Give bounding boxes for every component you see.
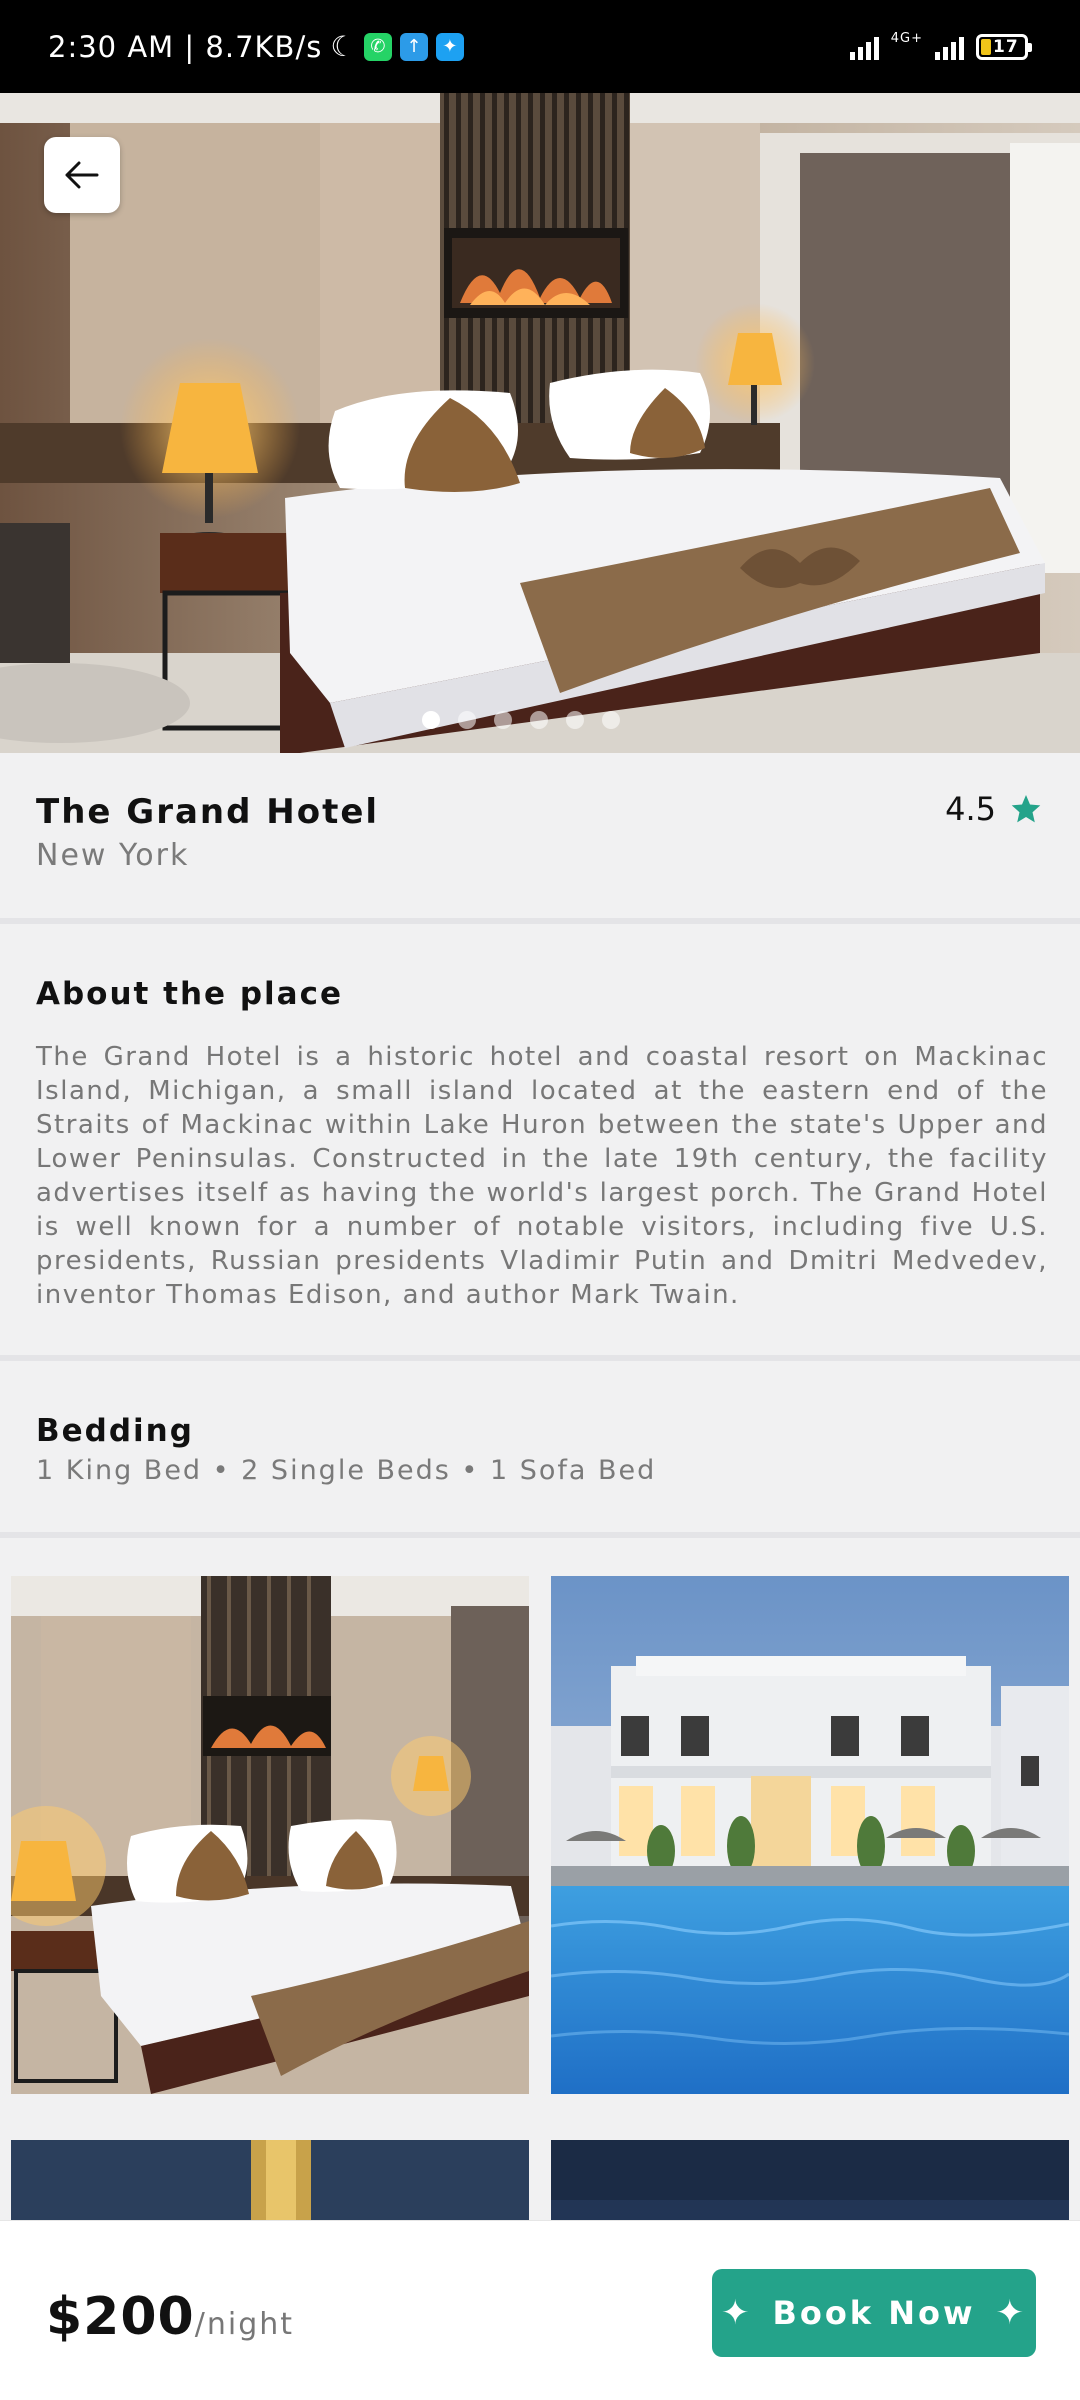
arrow-left-icon bbox=[65, 161, 99, 189]
carousel-dot[interactable] bbox=[458, 711, 476, 729]
hotel-location: New York bbox=[36, 838, 190, 873]
booking-bar: $200 /night ✦ Book Now ✦ bbox=[0, 2220, 1080, 2400]
signal-icon-2 bbox=[935, 34, 964, 60]
hotel-rating: 4.5 bbox=[945, 790, 1042, 828]
sparkle-icon: ✦ bbox=[995, 2293, 1028, 2333]
carousel-dot[interactable] bbox=[422, 711, 440, 729]
carousel-dot[interactable] bbox=[494, 711, 512, 729]
battery-level: 17 bbox=[993, 36, 1019, 57]
hero-image-carousel[interactable] bbox=[0, 93, 1080, 753]
carousel-dot[interactable] bbox=[530, 711, 548, 729]
about-heading: About the place bbox=[36, 976, 344, 1012]
price: $200 /night bbox=[46, 2287, 294, 2347]
status-time-speed: 2:30 AM | 8.7KB/s bbox=[48, 29, 323, 64]
carousel-dot[interactable] bbox=[602, 711, 620, 729]
hotel-room-photo bbox=[0, 93, 1080, 753]
sparkle-icon: ✦ bbox=[720, 2293, 753, 2333]
bedding-heading: Bedding bbox=[36, 1413, 194, 1449]
star-icon bbox=[1011, 795, 1041, 823]
whatsapp-icon: ✆ bbox=[364, 32, 393, 61]
status-bar: 2:30 AM | 8.7KB/s ☾ ✆ ↑ ✦ 4G+ 17 bbox=[0, 0, 1080, 93]
bedding-details: 1 King Bed • 2 Single Beds • 1 Sofa Bed bbox=[36, 1455, 657, 1486]
hotel-detail-screen: 2:30 AM | 8.7KB/s ☾ ✆ ↑ ✦ 4G+ 17 The Gra… bbox=[0, 0, 1080, 2400]
price-amount: $200 bbox=[46, 2287, 195, 2347]
book-now-label: Book Now bbox=[772, 2294, 976, 2332]
about-text: The Grand Hotel is a historic hotel and … bbox=[36, 1042, 1048, 1310]
carousel-indicator bbox=[0, 711, 1061, 729]
carousel-dot[interactable] bbox=[566, 711, 584, 729]
divider bbox=[0, 918, 1080, 924]
divider bbox=[0, 1355, 1080, 1361]
upload-icon: ↑ bbox=[400, 32, 429, 61]
signal-icon bbox=[849, 34, 879, 60]
rating-value: 4.5 bbox=[945, 790, 996, 828]
divider bbox=[0, 1532, 1080, 1538]
hotel-name: The Grand Hotel bbox=[36, 792, 380, 832]
book-now-button[interactable]: ✦ Book Now ✦ bbox=[712, 2269, 1036, 2357]
gallery-photo-pool[interactable] bbox=[551, 1576, 1069, 2094]
battery-icon: 17 bbox=[976, 33, 1032, 60]
network-type: 4G+ bbox=[890, 31, 923, 46]
price-unit: /night bbox=[194, 2307, 295, 2342]
twitter-icon: ✦ bbox=[436, 32, 465, 61]
back-button[interactable] bbox=[44, 137, 120, 213]
gallery-photo-room[interactable] bbox=[11, 1576, 529, 2094]
moon-icon: ☾ bbox=[330, 30, 357, 63]
